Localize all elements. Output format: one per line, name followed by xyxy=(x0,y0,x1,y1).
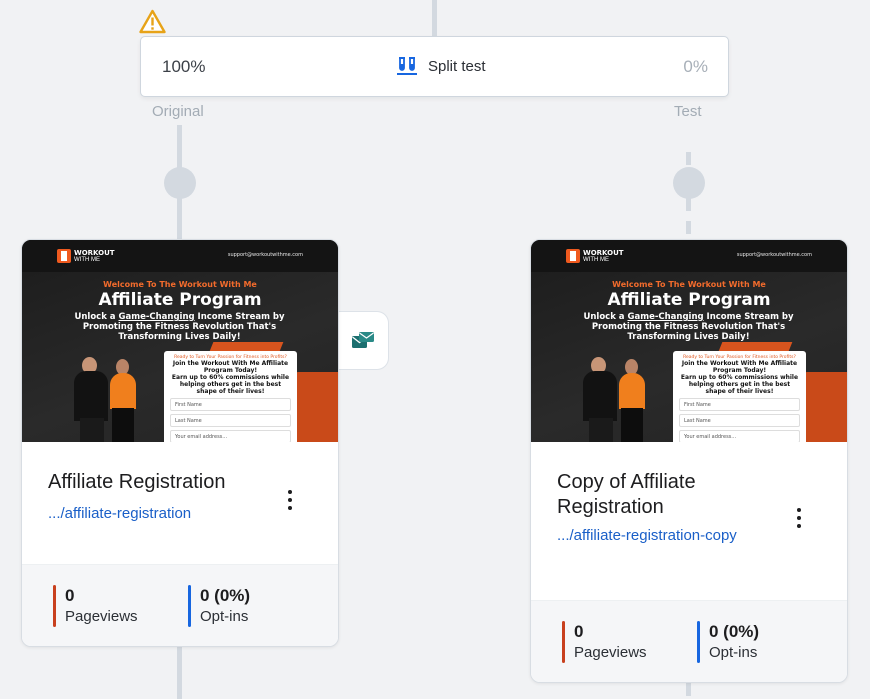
more-options-icon[interactable] xyxy=(287,490,293,510)
pageviews-value: 0 xyxy=(574,622,584,641)
warning-triangle-icon[interactable] xyxy=(139,9,166,34)
thumbnail-header: WORKOUT WITH ME support@workoutwithme.co… xyxy=(531,240,847,272)
page-thumbnail[interactable]: WORKOUT WITH ME support@workoutwithme.co… xyxy=(22,240,338,442)
page-url-link[interactable]: .../affiliate-registration xyxy=(48,504,288,524)
page-title: Affiliate Registration xyxy=(48,471,226,493)
optins-label: Opt-ins xyxy=(200,608,249,625)
pageviews-bar xyxy=(53,585,56,627)
branch-node-test xyxy=(673,167,705,199)
email-action-button[interactable] xyxy=(337,311,389,370)
pageviews-value: 0 xyxy=(65,586,75,605)
split-test-title: Split test xyxy=(396,56,486,76)
page-thumbnail[interactable]: WORKOUT WITH ME support@workoutwithme.co… xyxy=(531,240,847,442)
test-label: Test xyxy=(674,103,702,120)
brand-logo: WORKOUT WITH ME xyxy=(57,249,115,263)
pageviews-label: Pageviews xyxy=(65,608,138,625)
split-test-bar[interactable]: 100% Split test 0% xyxy=(140,36,729,97)
pageviews-stat: 0 Pageviews xyxy=(53,585,138,627)
thumbnail-form: Ready to Turn Your Passion for Fitness i… xyxy=(673,351,806,442)
original-label: Original xyxy=(152,103,204,120)
brand-logo: WORKOUT WITH ME xyxy=(566,249,624,263)
email-action-icon xyxy=(351,331,374,348)
page-title: Copy of Affiliate Registration xyxy=(557,471,696,518)
thumbnail-email: support@workoutwithme.com xyxy=(227,252,303,258)
original-percent: 100% xyxy=(162,57,206,76)
connector-test-bottom xyxy=(686,683,691,699)
pageviews-bar xyxy=(562,621,565,663)
optins-stat: 0 (0%) Opt-ins xyxy=(188,585,250,627)
pageviews-label: Pageviews xyxy=(574,644,647,661)
optins-label: Opt-ins xyxy=(709,644,758,661)
split-test-label: Split test xyxy=(428,57,486,75)
optins-value: 0 (0%) xyxy=(200,586,251,605)
thumbnail-form: Ready to Turn Your Passion for Fitness i… xyxy=(164,351,297,442)
test-percent: 0% xyxy=(683,57,708,76)
branch-node-original xyxy=(164,167,196,199)
stats-panel: 0 Pageviews 0 (0%) Opt-ins xyxy=(22,564,338,646)
more-options-icon[interactable] xyxy=(796,508,802,528)
pageviews-stat: 0 Pageviews xyxy=(562,621,647,663)
optins-bar xyxy=(697,621,700,663)
optins-value: 0 (0%) xyxy=(709,622,760,641)
thumbnail-email: support@workoutwithme.com xyxy=(736,252,812,258)
thumbnail-header: WORKOUT WITH ME support@workoutwithme.co… xyxy=(22,240,338,272)
page-url-link[interactable]: .../affiliate-registration-copy xyxy=(557,526,747,546)
page-card-original[interactable]: WORKOUT WITH ME support@workoutwithme.co… xyxy=(21,239,339,647)
stats-panel: 0 Pageviews 0 (0%) Opt-ins xyxy=(531,600,847,682)
page-card-test[interactable]: WORKOUT WITH ME support@workoutwithme.co… xyxy=(530,239,848,683)
optins-stat: 0 (0%) Opt-ins xyxy=(697,621,759,663)
connector-top-center xyxy=(432,0,437,36)
optins-bar xyxy=(188,585,191,627)
flask-split-icon xyxy=(397,57,417,75)
connector-original-bottom xyxy=(177,646,182,699)
